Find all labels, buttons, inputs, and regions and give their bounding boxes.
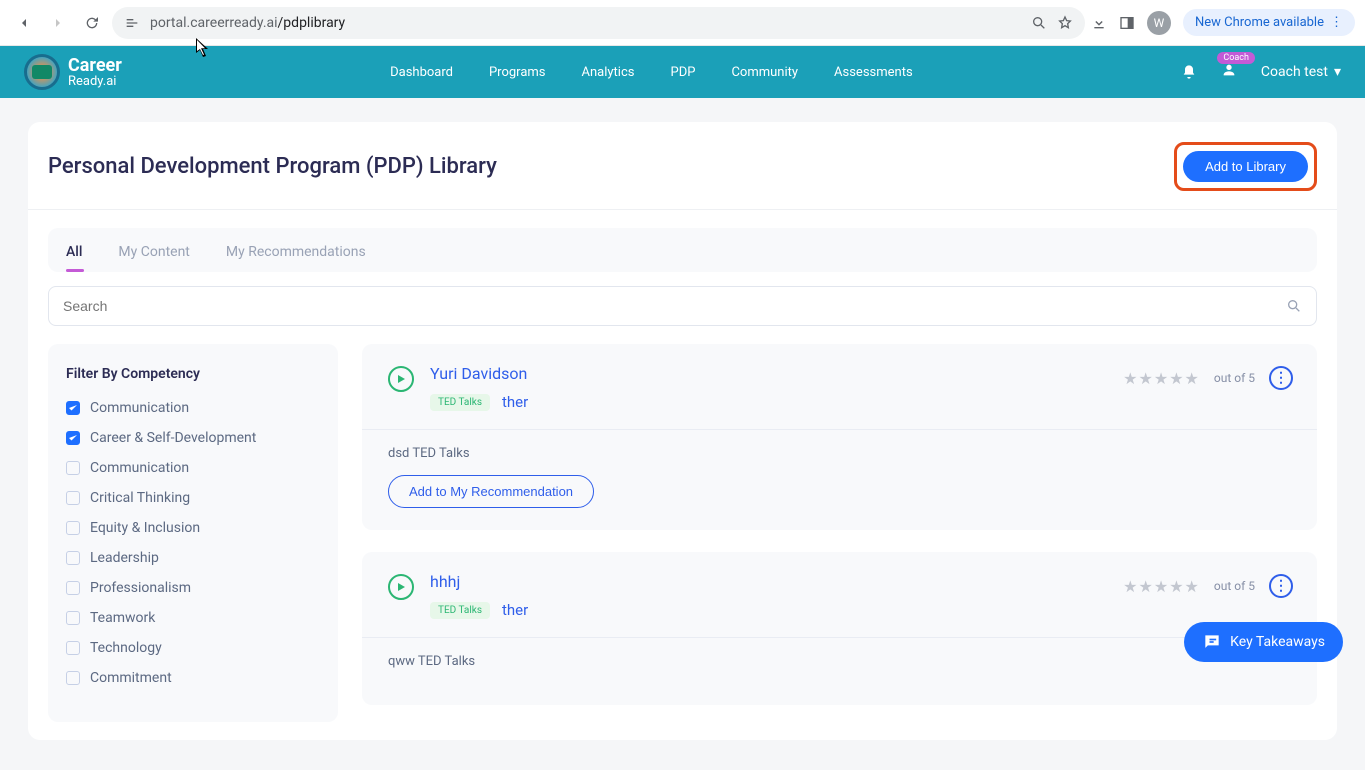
- nav-pdp[interactable]: PDP: [671, 65, 696, 80]
- entry-description: qww TED Talks: [388, 654, 1291, 669]
- tab-all[interactable]: All: [66, 228, 82, 272]
- checkbox[interactable]: [66, 431, 80, 445]
- library-entry: ★★★★★ out of 5 ⋮ hhhj TED Talks ther qww TED T…: [362, 552, 1317, 705]
- bell-icon[interactable]: [1181, 64, 1197, 80]
- site-settings-icon: [124, 15, 140, 31]
- checkbox[interactable]: [66, 491, 80, 505]
- filter-label: Communication: [90, 400, 189, 416]
- star-rating: ★★★★★: [1123, 369, 1200, 388]
- entry-title[interactable]: Yuri Davidson: [430, 364, 527, 383]
- entry-subtitle[interactable]: ther: [502, 601, 528, 619]
- filter-label: Professionalism: [90, 580, 191, 596]
- coach-badge-label: Coach: [1217, 52, 1255, 64]
- search-input[interactable]: [63, 298, 1286, 314]
- browser-toolbar: portal.careerready.ai/pdplibrary W New C…: [0, 0, 1365, 46]
- checkbox[interactable]: [66, 521, 80, 535]
- star-rating: ★★★★★: [1123, 577, 1200, 596]
- kebab-icon: ⋮: [1330, 15, 1343, 30]
- star-icon[interactable]: [1057, 15, 1073, 31]
- entry-title[interactable]: hhhj: [430, 572, 460, 591]
- nav-dashboard[interactable]: Dashboard: [390, 65, 453, 80]
- page-title: Personal Development Program (PDP) Libra…: [48, 154, 497, 179]
- search-icon: [1286, 298, 1302, 314]
- user-menu[interactable]: Coach test ▾: [1261, 64, 1341, 80]
- filter-item[interactable]: Career & Self-Development: [66, 430, 320, 446]
- filter-item[interactable]: Critical Thinking: [66, 490, 320, 506]
- content-list: ★★★★★ out of 5 ⋮ Yuri Davidson TED Talks ther…: [362, 344, 1317, 705]
- forward-button[interactable]: [44, 9, 72, 37]
- play-button[interactable]: [388, 574, 414, 600]
- filter-sidebar: Filter By Competency Communication Career…: [48, 344, 338, 722]
- tab-my-content[interactable]: My Content: [118, 228, 189, 272]
- main-card: Personal Development Program (PDP) Libra…: [28, 122, 1337, 740]
- nav-community[interactable]: Community: [731, 65, 798, 80]
- download-icon[interactable]: [1091, 15, 1107, 31]
- url-text: portal.careerready.ai/pdplibrary: [150, 15, 345, 31]
- nav-links: Dashboard Programs Analytics PDP Communi…: [390, 65, 913, 80]
- logo-text: Career Ready.ai: [68, 57, 122, 88]
- filter-item[interactable]: Technology: [66, 640, 320, 656]
- filter-label: Equity & Inclusion: [90, 520, 200, 536]
- key-takeaways-label: Key Takeaways: [1230, 634, 1325, 650]
- filter-label: Technology: [90, 640, 162, 656]
- nav-analytics[interactable]: Analytics: [582, 65, 635, 80]
- library-entry: ★★★★★ out of 5 ⋮ Yuri Davidson TED Talks ther…: [362, 344, 1317, 530]
- play-button[interactable]: [388, 366, 414, 392]
- logo[interactable]: Career Ready.ai: [24, 54, 122, 90]
- address-bar[interactable]: portal.careerready.ai/pdplibrary: [112, 7, 1085, 39]
- filter-title: Filter By Competency: [66, 366, 320, 382]
- rating-text: out of 5: [1214, 579, 1255, 593]
- filter-label: Teamwork: [90, 610, 155, 626]
- back-button[interactable]: [10, 9, 38, 37]
- add-recommendation-button[interactable]: Add to My Recommendation: [388, 475, 594, 508]
- filter-item[interactable]: Professionalism: [66, 580, 320, 596]
- checkbox[interactable]: [66, 551, 80, 565]
- more-menu-button[interactable]: ⋮: [1269, 574, 1293, 598]
- key-takeaways-button[interactable]: Key Takeaways: [1184, 622, 1343, 662]
- filter-item[interactable]: Leadership: [66, 550, 320, 566]
- filter-label: Career & Self-Development: [90, 430, 256, 446]
- rating-text: out of 5: [1214, 371, 1255, 385]
- app-header: Career Ready.ai Dashboard Programs Analy…: [0, 46, 1365, 98]
- panel-icon[interactable]: [1119, 15, 1135, 31]
- nav-assessments[interactable]: Assessments: [834, 65, 913, 80]
- people-icon: [1221, 62, 1237, 78]
- tabs: All My Content My Recommendations: [48, 228, 1317, 272]
- filter-label: Critical Thinking: [90, 490, 190, 506]
- user-name: Coach test: [1261, 64, 1328, 80]
- checkbox[interactable]: [66, 461, 80, 475]
- filter-item[interactable]: Communication: [66, 460, 320, 476]
- entry-subtitle[interactable]: ther: [502, 393, 528, 411]
- content-tag: TED Talks: [430, 394, 490, 411]
- checkbox[interactable]: [66, 671, 80, 685]
- checkbox[interactable]: [66, 641, 80, 655]
- chat-icon: [1202, 632, 1222, 652]
- filter-item[interactable]: Equity & Inclusion: [66, 520, 320, 536]
- checkbox[interactable]: [66, 401, 80, 415]
- search-box[interactable]: [48, 286, 1317, 326]
- filter-item[interactable]: Teamwork: [66, 610, 320, 626]
- entry-description: dsd TED Talks: [388, 446, 1291, 461]
- chevron-down-icon: ▾: [1334, 64, 1341, 80]
- checkbox[interactable]: [66, 581, 80, 595]
- reload-button[interactable]: [78, 9, 106, 37]
- zoom-icon[interactable]: [1031, 15, 1047, 31]
- more-menu-button[interactable]: ⋮: [1269, 366, 1293, 390]
- nav-programs[interactable]: Programs: [489, 65, 546, 80]
- filter-label: Communication: [90, 460, 189, 476]
- content-tag: TED Talks: [430, 602, 490, 619]
- logo-icon: [24, 54, 60, 90]
- add-to-library-button[interactable]: Add to Library: [1183, 151, 1308, 182]
- checkbox[interactable]: [66, 611, 80, 625]
- filter-item[interactable]: Communication: [66, 400, 320, 416]
- add-to-library-highlight: Add to Library: [1174, 142, 1317, 191]
- chrome-update-button[interactable]: New Chrome available ⋮: [1183, 9, 1355, 36]
- chrome-update-label: New Chrome available: [1195, 15, 1324, 30]
- profile-avatar[interactable]: W: [1147, 11, 1171, 35]
- coach-badge[interactable]: Coach: [1221, 62, 1237, 82]
- filter-label: Leadership: [90, 550, 159, 566]
- tab-my-recommendations[interactable]: My Recommendations: [226, 228, 366, 272]
